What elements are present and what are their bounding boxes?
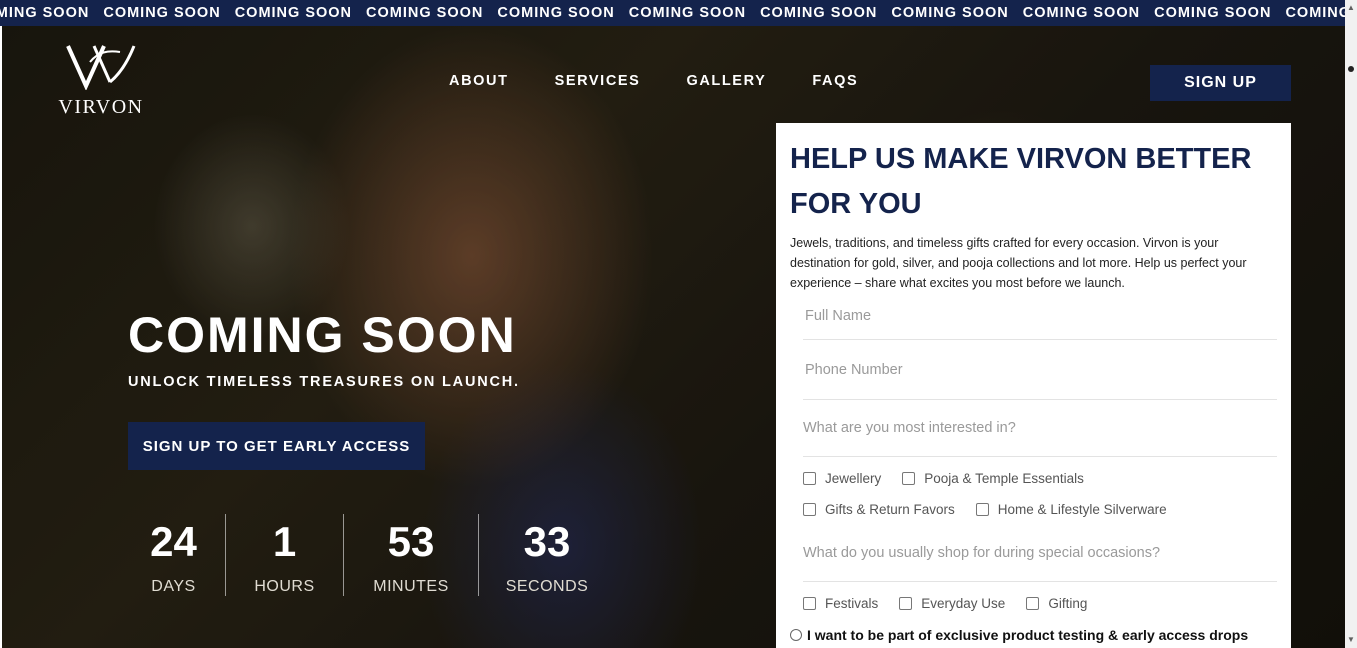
- option-label: Home & Lifestyle Silverware: [997, 502, 1167, 517]
- occasion-option-everyday[interactable]: Everyday Use: [899, 588, 1005, 619]
- checkbox[interactable]: [899, 597, 913, 610]
- nav-faqs[interactable]: FAQS: [812, 73, 858, 89]
- ticker-item: COMING SOON: [1154, 5, 1272, 21]
- countdown-timer: 24 DAYS 1 HOURS 53 MINUTES 33 SECONDS: [122, 514, 615, 596]
- nav-about[interactable]: ABOUT: [449, 73, 509, 89]
- countdown-label: MINUTES: [373, 578, 449, 595]
- occasion-option-gifting[interactable]: Gifting: [1026, 588, 1087, 619]
- countdown-hours: 1 HOURS: [225, 514, 343, 596]
- scroll-up-icon[interactable]: ▲: [1347, 4, 1355, 12]
- checkbox[interactable]: [902, 472, 916, 485]
- ticker-item: COMING SOON: [366, 5, 484, 21]
- hero-title: COMING SOON: [128, 307, 517, 363]
- consent-radio[interactable]: [790, 629, 802, 641]
- checkbox[interactable]: [975, 503, 989, 516]
- occasion-options: Festivals Everyday Use Gifting: [803, 588, 1273, 619]
- brand-logo[interactable]: VIRVON: [56, 42, 146, 119]
- ticker-item: COMING SOON: [497, 5, 615, 21]
- scroll-down-icon[interactable]: ▼: [1347, 636, 1355, 644]
- countdown-label: SECONDS: [505, 578, 589, 595]
- full-name-input[interactable]: [803, 307, 1277, 325]
- ticker-item: COMING SOON: [103, 5, 221, 21]
- brand-name: VIRVON: [58, 96, 144, 118]
- vv-monogram-icon: [66, 45, 136, 90]
- countdown-label: HOURS: [254, 578, 315, 595]
- phone-field[interactable]: [803, 340, 1277, 400]
- option-label: Jewellery: [825, 471, 882, 486]
- form-title: HELP US MAKE VIRVON BETTER FOR YOU: [790, 143, 1252, 220]
- feedback-form-panel: HELP US MAKE VIRVON BETTER FOR YOU Jewel…: [776, 123, 1291, 648]
- countdown-minutes: 53 MINUTES: [343, 514, 478, 596]
- early-access-consent[interactable]: I want to be part of exclusive product t…: [790, 627, 1277, 643]
- ticker-item: COMING SOON: [0, 5, 90, 21]
- countdown-seconds: 33 SECONDS: [478, 514, 615, 596]
- checkbox[interactable]: [803, 503, 816, 516]
- nav-services[interactable]: SERVICES: [555, 73, 641, 89]
- interest-question: What are you most interested in?: [803, 400, 1277, 457]
- countdown-value: 53: [387, 518, 435, 565]
- ticker-item: COMING SOON: [1285, 5, 1345, 21]
- option-label: Everyday Use: [921, 596, 1006, 611]
- option-label: Festivals: [825, 596, 879, 611]
- hero-subtitle: UNLOCK TIMELESS TREASURES ON LAUNCH.: [128, 374, 520, 390]
- consent-label: I want to be part of exclusive product t…: [807, 627, 1249, 643]
- interest-options: Jewellery Pooja & Temple Essentials Gift…: [803, 463, 1273, 525]
- signup-button[interactable]: SIGN UP: [1150, 65, 1291, 101]
- countdown-value: 33: [523, 518, 571, 565]
- interest-option-silverware[interactable]: Home & Lifestyle Silverware: [975, 494, 1167, 525]
- ticker-item: COMING SOON: [234, 5, 353, 21]
- occasion-option-festivals[interactable]: Festivals: [803, 588, 878, 619]
- countdown-value: 24: [150, 518, 197, 565]
- checkbox[interactable]: [803, 472, 816, 485]
- option-label: Gifting: [1048, 596, 1088, 611]
- ticker-item: COMING SOON: [891, 5, 1009, 21]
- ticker-item: COMING SOON: [1022, 5, 1141, 21]
- checkbox[interactable]: [803, 597, 816, 610]
- interest-option-jewellery[interactable]: Jewellery: [803, 463, 881, 494]
- ticker-item: COMING SOON: [628, 5, 747, 21]
- page-scrollbar[interactable]: ▲ ▼: [1345, 0, 1357, 648]
- ticker-track: COMING SOON COMING SOON COMING SOON COMING …: [0, 0, 1345, 26]
- checkbox[interactable]: [1026, 597, 1040, 610]
- ticker-item: COMING SOON: [760, 5, 878, 21]
- full-name-field[interactable]: [803, 293, 1277, 340]
- countdown-value: 1: [272, 518, 297, 565]
- occasion-question: What do you usually shop for during spec…: [803, 525, 1277, 582]
- option-label: Pooja & Temple Essentials: [924, 471, 1084, 486]
- early-access-button[interactable]: SIGN UP TO GET EARLY ACCESS: [128, 422, 425, 470]
- interest-option-pooja[interactable]: Pooja & Temple Essentials: [902, 463, 1084, 494]
- phone-input[interactable]: [803, 360, 1277, 379]
- form-description: Jewels, traditions, and timeless gifts c…: [790, 236, 1247, 290]
- countdown-label: DAYS: [151, 578, 196, 595]
- hero-section: VIRVON ABOUT SERVICES GALLERY FAQS SIGN …: [2, 26, 1345, 648]
- main-nav: ABOUT SERVICES GALLERY FAQS: [449, 73, 858, 89]
- nav-gallery[interactable]: GALLERY: [686, 73, 766, 89]
- option-label: Gifts & Return Favors: [825, 502, 955, 517]
- countdown-days: 24 DAYS: [122, 514, 225, 596]
- scroll-thumb[interactable]: [1348, 66, 1354, 72]
- interest-option-gifts[interactable]: Gifts & Return Favors: [803, 494, 955, 525]
- announcement-ticker: COMING SOON COMING SOON COMING SOON COMING …: [0, 0, 1345, 26]
